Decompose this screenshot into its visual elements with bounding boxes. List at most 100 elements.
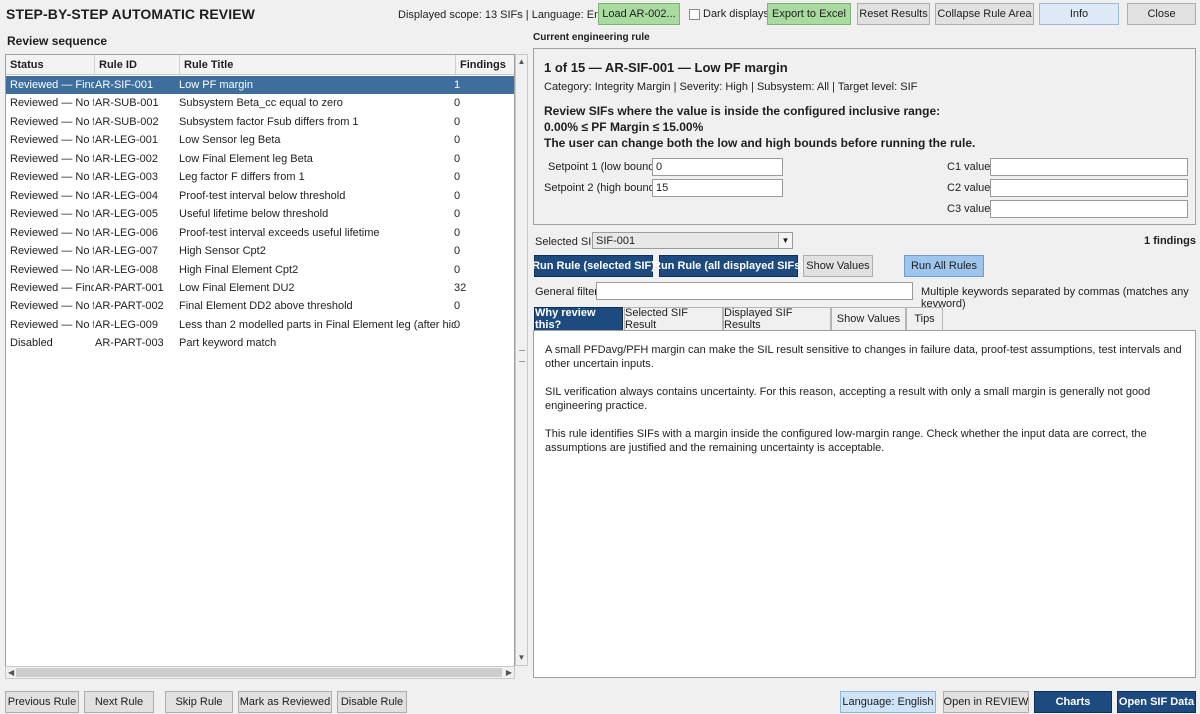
rule-title-cell: Leg factor F differs from 1 [179,171,305,184]
findings-cell: 0 [454,300,461,313]
tab-why-review[interactable]: Why review this? [534,307,623,331]
disable-rule-button[interactable]: Disable Rule [337,691,407,713]
show-values-button[interactable]: Show Values [803,255,873,277]
table-row[interactable]: Reviewed — FindinAR-SIF-001 Low PF margin… [6,76,514,94]
selected-sif-dropdown[interactable]: SIF-001 ▼ [592,232,793,249]
table-horizontal-scrollbar[interactable]: ◀ ▶ [5,666,515,679]
table-row[interactable]: Reviewed — No fir AR-LEG-004 Proof-test in… [6,187,514,205]
rule-id-cell: AR-LEG-004 [95,189,158,202]
chevron-down-icon[interactable]: ▼ [778,233,792,248]
rule-description-line-2: 0.00% ≤ PF Margin ≤ 15.00% [544,120,704,134]
tab-tips[interactable]: Tips [906,307,943,330]
rule-title-cell: Less than 2 modelled parts in Final Elem… [179,318,455,331]
table-row[interactable]: Reviewed — No fir AR-LEG-006 Proof-test in… [6,224,514,242]
status-cell: Reviewed — Findin [10,281,94,294]
table-row[interactable]: Reviewed — FindinAR-PART-001 Low Final El… [6,279,514,297]
open-in-review-button[interactable]: Open in REVIEW [943,691,1029,713]
run-rule-all-displayed-button[interactable]: Run Rule (all displayed SIFs) [653,255,804,277]
rule-id-cell: AR-LEG-003 [95,171,158,184]
setpoint-2-input[interactable]: 15 [652,179,783,197]
setpoint-2-label: Setpoint 2 (high bound): [544,182,662,194]
rule-id-cell: AR-PART-001 [95,281,164,294]
table-row[interactable]: Reviewed — No fir AR-LEG-008 High Final El… [6,261,514,279]
c2-input[interactable] [990,179,1188,197]
table-row[interactable]: Reviewed — No fir AR-SUB-002 Subsystem fac… [6,113,514,131]
splitter-handle[interactable] [519,350,525,362]
c1-label: C1 value: [947,161,994,173]
column-header-rule-id[interactable]: Rule ID [95,55,180,75]
status-cell: Reviewed — No fir [10,300,94,313]
export-excel-button[interactable]: Export to Excel [767,3,851,25]
general-filter-label: General filter: [535,286,602,298]
setpoint-1-label: Setpoint 1 (low bound): [548,161,662,173]
status-cell: Reviewed — No fir [10,226,94,239]
findings-cell: 0 [454,97,461,110]
close-button[interactable]: Close [1127,3,1196,25]
rule-id-cell: AR-LEG-002 [95,152,158,165]
collapse-rule-area-button[interactable]: Collapse Rule Area [935,3,1034,25]
filter-hint: Multiple keywords separated by commas (m… [921,286,1189,310]
review-table: Status Rule ID Rule Title Findings Revie… [5,54,515,679]
skip-rule-button[interactable]: Skip Rule [165,691,233,713]
rule-id-cell: AR-LEG-001 [95,134,158,147]
rule-title-cell: Proof-test interval exceeds useful lifet… [179,226,380,239]
table-row[interactable]: Disabled AR-PART-003 Part keyword match [6,334,514,352]
c3-input[interactable] [990,200,1188,218]
status-cell: Reviewed — No fir [10,152,94,165]
scroll-down-icon[interactable]: ▼ [517,652,526,663]
findings-cell: 0 [454,115,461,128]
rule-title-cell: Subsystem factor Fsub differs from 1 [179,115,359,128]
table-row[interactable]: Reviewed — No fir AR-LEG-009 Less than 2 m… [6,316,514,334]
table-row[interactable]: Reviewed — No fir AR-LEG-007 High Sensor C… [6,242,514,260]
tab-displayed-sif-results[interactable]: Displayed SIF Results [723,307,831,331]
table-row[interactable]: Reviewed — No fir AR-PART-002 Final Elemen… [6,297,514,315]
rule-id-cell: AR-LEG-008 [95,263,158,276]
rule-id-cell: AR-SUB-002 [95,115,159,128]
dark-displays-checkbox[interactable]: Dark displays [689,8,769,20]
table-row[interactable]: Reviewed — No fir AR-LEG-002 Low Final Ele… [6,150,514,168]
rule-id-cell: AR-SUB-001 [95,97,159,110]
language-button[interactable]: Language: English [840,691,936,713]
column-header-status[interactable]: Status [6,55,95,75]
column-header-findings[interactable]: Findings [456,55,514,75]
reset-results-button[interactable]: Reset Results [857,3,930,25]
tab-selected-sif-result[interactable]: Selected SIF Result [624,307,723,331]
rule-id-cell: AR-LEG-006 [95,226,158,239]
column-header-rule-title[interactable]: Rule Title [180,55,456,75]
horizontal-scroll-thumb[interactable] [16,668,502,677]
checkbox-box[interactable] [689,8,700,20]
mark-reviewed-button[interactable]: Mark as Reviewed [238,691,332,713]
rule-title-cell: Low Final Element leg Beta [179,152,313,165]
scope-status: Displayed scope: 13 SIFs | Language: Eng… [398,9,623,21]
info-button[interactable]: Info [1039,3,1119,25]
why-paragraph-3: This rule identifies SIFs with a margin … [545,428,1147,454]
c1-input[interactable] [990,158,1188,176]
table-row[interactable]: Reviewed — No fir AR-SUB-001 Subsystem Bet… [6,94,514,112]
general-filter-input[interactable] [596,282,913,300]
table-row[interactable]: Reviewed — No fir AR-LEG-003 Leg factor F … [6,168,514,186]
scroll-left-icon[interactable]: ◀ [8,667,14,678]
load-button[interactable]: Load AR-002... [598,3,680,25]
run-all-rules-button[interactable]: Run All Rules [904,255,984,277]
charts-button[interactable]: Charts [1034,691,1112,713]
findings-cell: 0 [454,152,461,165]
rule-title-cell: Low Sensor leg Beta [179,134,281,147]
scroll-up-icon[interactable]: ▲ [517,56,526,67]
table-row[interactable]: Reviewed — No fir AR-LEG-001 Low Sensor le… [6,131,514,149]
status-cell: Reviewed — No fir [10,134,94,147]
findings-cell: 0 [454,134,461,147]
next-rule-button[interactable]: Next Rule [84,691,154,713]
previous-rule-button[interactable]: Previous Rule [5,691,79,713]
findings-cell: 0 [454,226,461,239]
tab-show-values[interactable]: Show Values [831,307,906,330]
status-cell: Reviewed — No fir [10,171,94,184]
run-rule-selected-button[interactable]: Run Rule (selected SIF) [532,255,655,277]
open-sif-data-button[interactable]: Open SIF Data [1117,691,1196,713]
rule-title-cell: Useful lifetime below threshold [179,208,329,221]
scroll-right-icon[interactable]: ▶ [506,667,512,678]
status-cell: Reviewed — No fir [10,208,94,221]
rule-id-cell: AR-LEG-007 [95,245,158,258]
rule-id-cell: AR-LEG-009 [95,318,158,331]
setpoint-1-input[interactable]: 0 [652,158,783,176]
table-row[interactable]: Reviewed — No fir AR-LEG-005 Useful lifeti… [6,205,514,223]
